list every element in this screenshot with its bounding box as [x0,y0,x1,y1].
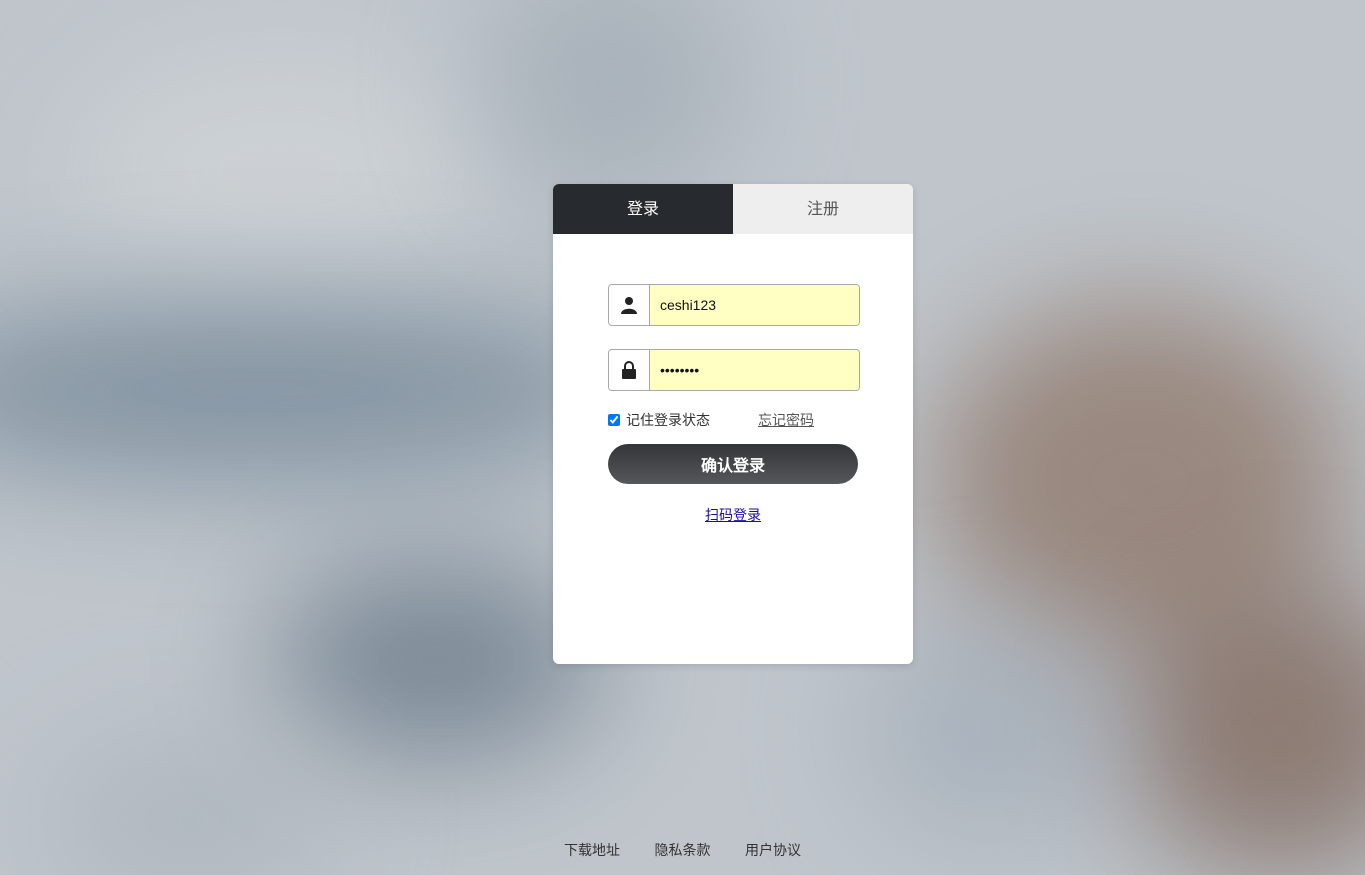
forgot-password-link[interactable]: 忘记密码 [758,410,814,430]
footer-agreement-link[interactable]: 用户协议 [745,843,801,859]
tab-register[interactable]: 注册 [733,184,913,234]
footer-download-link[interactable]: 下载地址 [564,843,620,859]
remember-label: 记住登录状态 [626,413,710,429]
login-submit-button[interactable]: 确认登录 [608,444,858,484]
password-field [608,349,860,391]
username-field [608,284,860,326]
password-input[interactable] [650,350,859,390]
lock-icon [609,350,650,390]
login-card: 登录 注册 记住登录状态 忘记密码 确认登录 扫码登录 [553,184,913,664]
tab-login[interactable]: 登录 [553,184,733,234]
footer-links: 下载地址 隐私条款 用户协议 [0,840,1365,860]
footer-privacy-link[interactable]: 隐私条款 [655,843,711,859]
remember-checkbox[interactable] [608,414,620,426]
user-icon [609,285,650,325]
remember-me: 记住登录状态 [608,410,710,430]
qr-login-wrap: 扫码登录 [553,505,913,525]
qr-login-link[interactable]: 扫码登录 [705,508,761,524]
auth-tabs: 登录 注册 [553,184,913,234]
username-input[interactable] [650,285,859,325]
